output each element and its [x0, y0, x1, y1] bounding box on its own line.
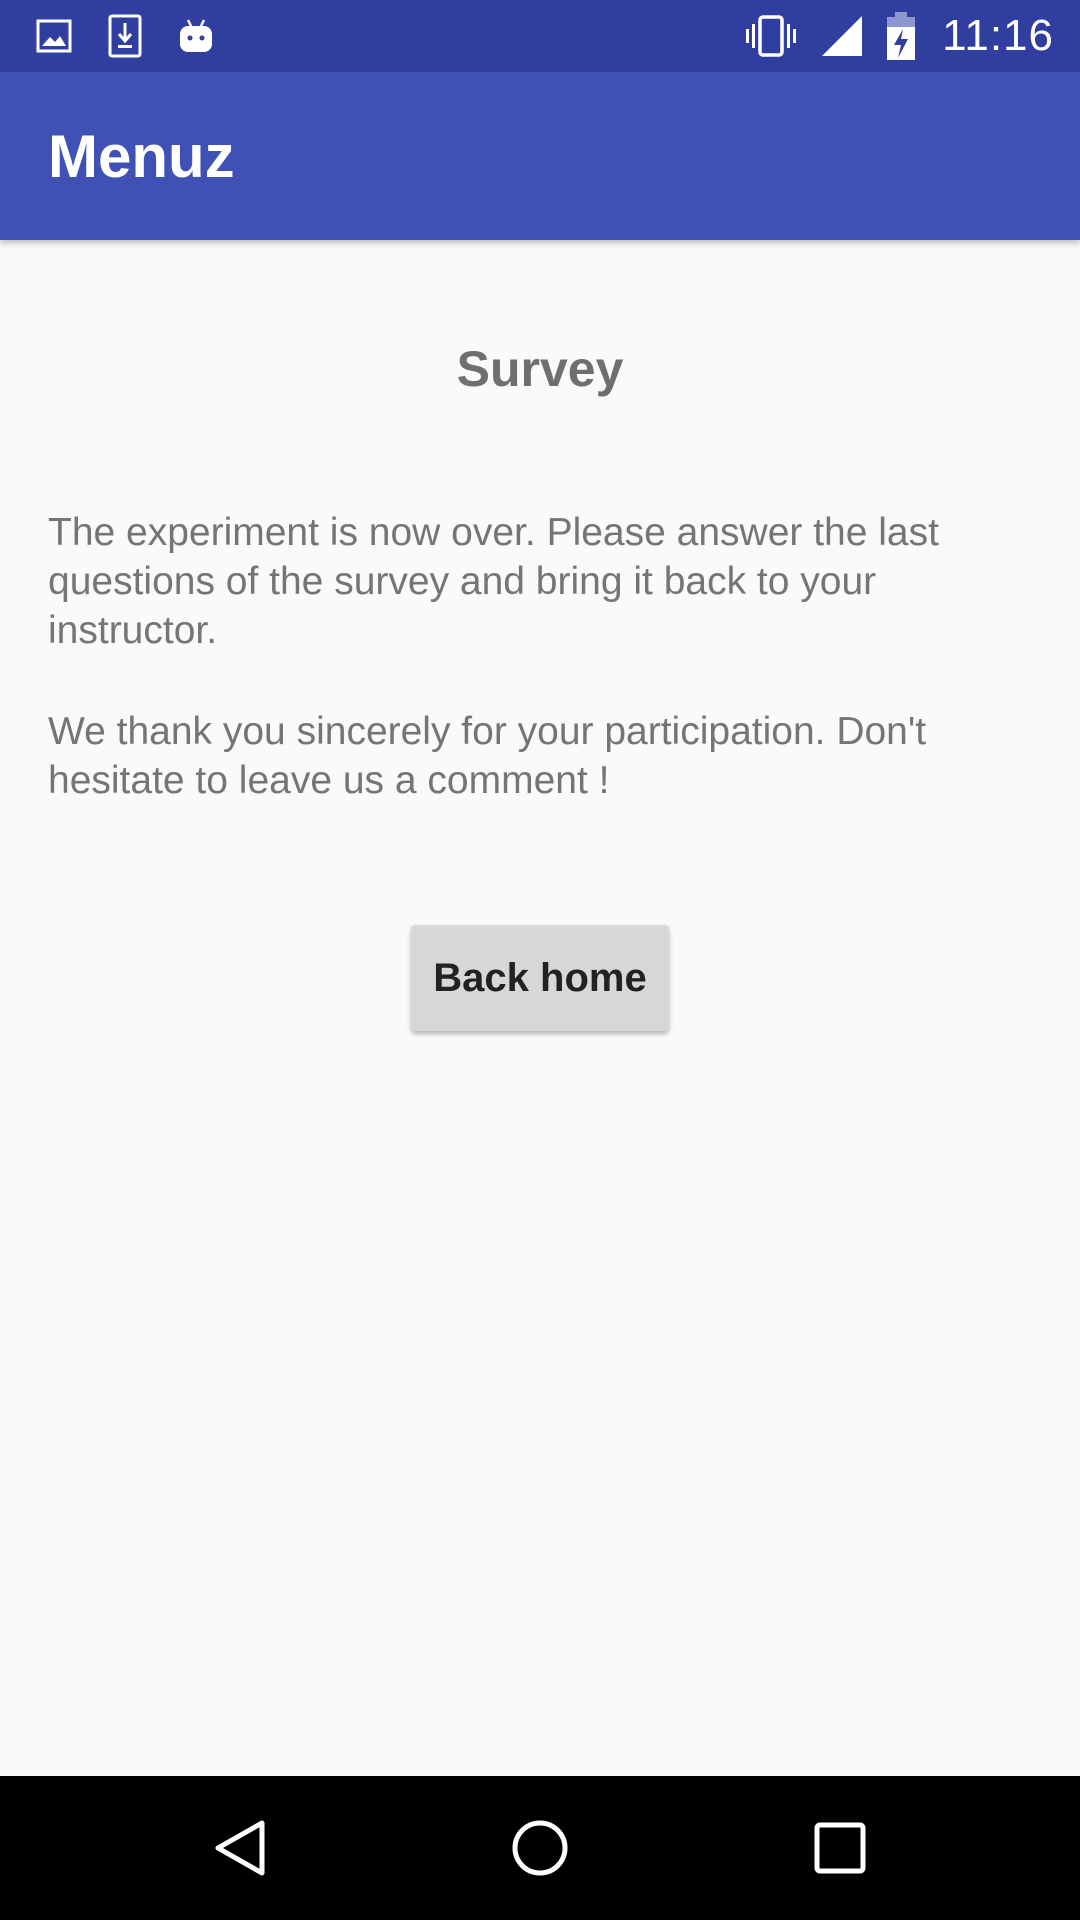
- battery-charging-icon: [886, 11, 916, 61]
- recents-icon[interactable]: [780, 1788, 900, 1908]
- page-title: Survey: [456, 341, 624, 397]
- navigation-bar: [0, 1776, 1080, 1920]
- survey-content: Survey The experiment is now over. Pleas…: [0, 240, 1080, 1776]
- home-icon[interactable]: [480, 1788, 600, 1908]
- signal-icon: [820, 14, 864, 58]
- back-icon[interactable]: [180, 1788, 300, 1908]
- status-system: 11:16: [722, 11, 1054, 61]
- download-icon: [108, 14, 142, 58]
- status-notifications: [36, 14, 250, 58]
- button-container: Back home: [48, 925, 1032, 1031]
- status-clock: 11:16: [942, 11, 1054, 60]
- thank-you-text: We thank you sincerely for your particip…: [48, 710, 927, 802]
- vibrate-icon: [744, 14, 798, 58]
- app-title: Menuz: [48, 122, 235, 190]
- back-home-button[interactable]: Back home: [411, 925, 669, 1031]
- status-bar: 11:16: [0, 0, 1080, 72]
- image-icon: [36, 19, 72, 53]
- android-icon: [178, 16, 214, 56]
- experiment-over-text: The experiment is now over. Please answe…: [48, 511, 939, 652]
- app-toolbar: Menuz: [0, 72, 1080, 240]
